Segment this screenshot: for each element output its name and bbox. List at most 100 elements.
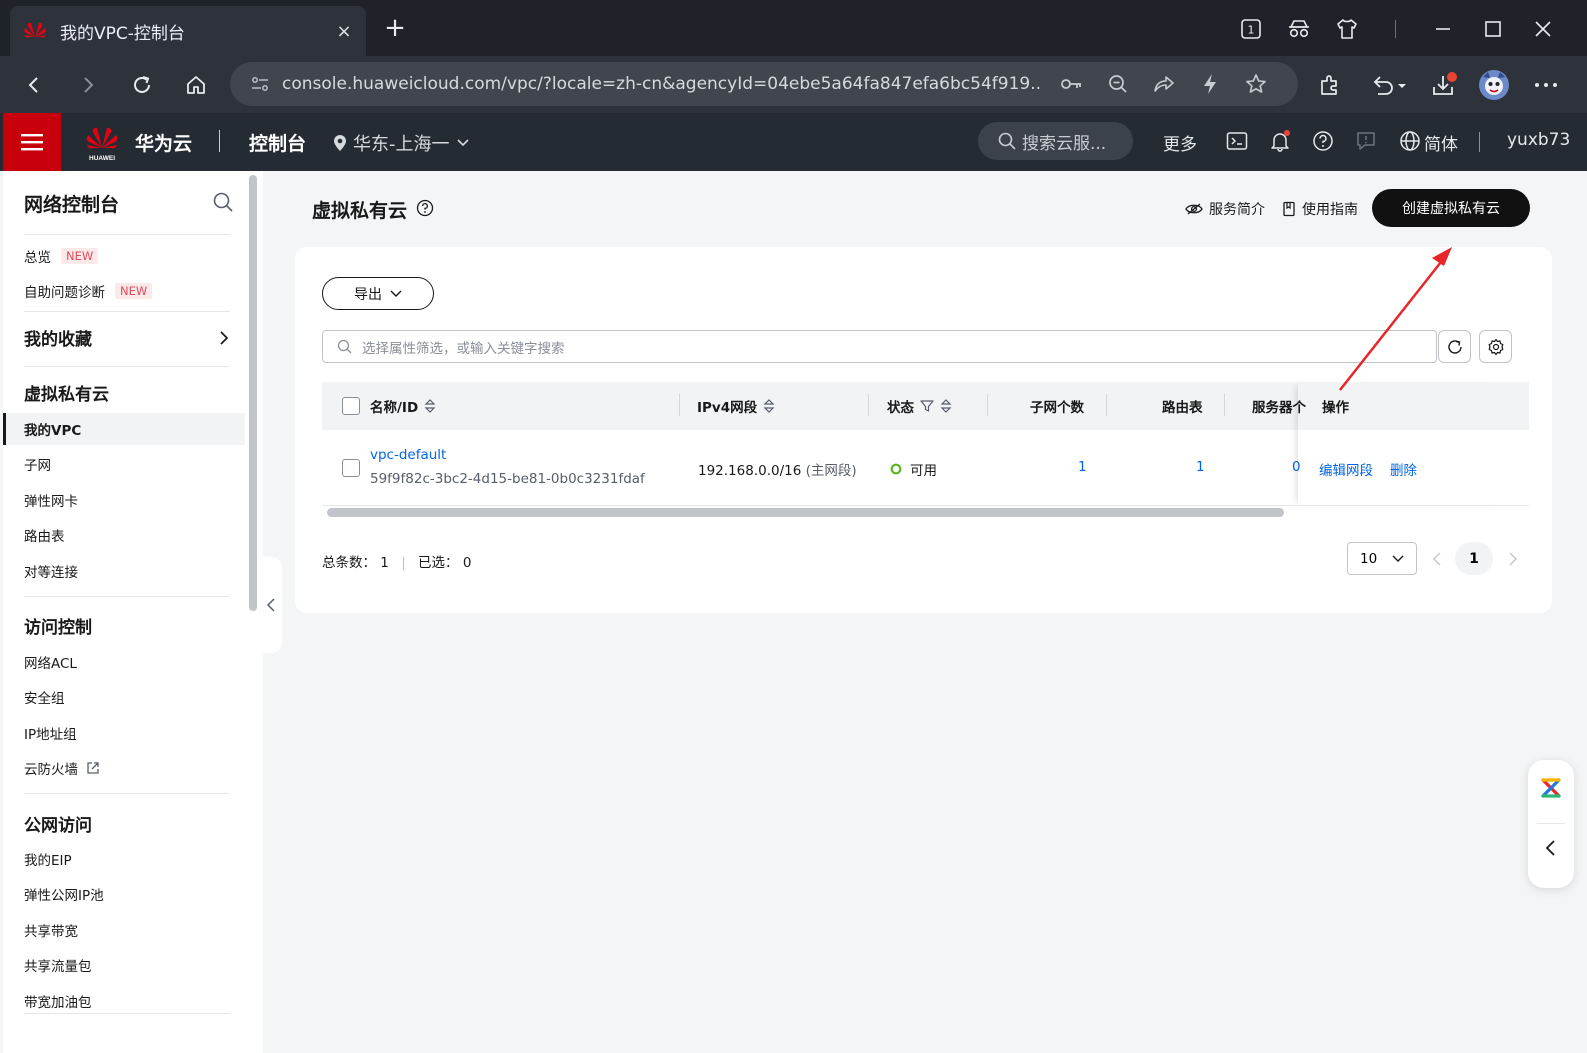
sidebar-collapse-button[interactable] (260, 557, 282, 653)
column-name[interactable]: 名称/ID (370, 382, 436, 430)
next-page-button[interactable] (1503, 549, 1523, 569)
sidebar-item-eni[interactable]: 弹性网卡 (3, 484, 245, 516)
lightning-icon[interactable] (1194, 68, 1226, 100)
sidebar-item-network-acl[interactable]: 网络ACL (3, 646, 245, 678)
sidebar-item-eip-pool[interactable]: 弹性公网IP池 (3, 878, 245, 910)
maximize-icon[interactable] (1478, 14, 1508, 44)
subnet-count-link[interactable]: 1 (1078, 459, 1087, 475)
column-divider (987, 394, 988, 416)
address-bar[interactable]: console.huaweicloud.com/vpc/?locale=zh-c… (230, 62, 1298, 106)
prev-page-button[interactable] (1427, 549, 1447, 569)
search-icon[interactable] (212, 191, 234, 213)
sidebar-item-my-eip[interactable]: 我的EIP (3, 843, 245, 875)
sidebar-item-label: 总览 (24, 250, 51, 266)
settings-button[interactable] (1479, 330, 1512, 363)
tab-close-button[interactable]: × (334, 21, 354, 42)
globe-icon[interactable] (1397, 128, 1423, 154)
table-horizontal-scrollbar[interactable] (327, 508, 1284, 517)
console-link[interactable]: 控制台 (249, 129, 306, 156)
sidebar-item-shared-bandwidth[interactable]: 共享带宽 (3, 914, 245, 946)
window-close-icon[interactable] (1528, 14, 1558, 44)
create-vpc-button[interactable]: 创建虚拟私有云 (1372, 189, 1530, 227)
page-number-button[interactable]: 1 (1455, 542, 1493, 575)
total-value: 1 (380, 555, 389, 571)
region-selector[interactable]: 华东-上海一 (333, 130, 470, 156)
console-search-input[interactable]: 搜索云服... (978, 122, 1133, 160)
menu-icon[interactable] (3, 113, 61, 171)
key-icon[interactable] (1056, 68, 1088, 100)
back-icon[interactable] (18, 69, 50, 101)
vpc-id: 59f9f82c-3bc2-4d15-be81-0b0c3231fdaf (370, 471, 645, 487)
incognito-icon[interactable] (1284, 14, 1314, 44)
brand-name[interactable]: 华为云 (135, 129, 192, 156)
user-menu[interactable]: yuxb73 (1507, 130, 1570, 150)
page-size-select[interactable]: 10 (1347, 542, 1417, 575)
column-divider (868, 394, 869, 416)
vpc-name-link[interactable]: vpc-default (370, 447, 446, 463)
sidebar-item-overview[interactable]: 总览 NEW (3, 240, 245, 272)
browser-tab[interactable]: 我的VPC-控制台 × (10, 6, 366, 56)
language-selector[interactable]: 简体 (1424, 130, 1458, 155)
help-icon[interactable] (416, 199, 434, 217)
terminal-icon[interactable] (1224, 128, 1250, 154)
sidebar-favorites[interactable]: 我的收藏 (24, 325, 230, 350)
huawei-logo-icon[interactable]: HUAWEI (84, 122, 120, 162)
user-guide-link[interactable]: 使用指南 (1282, 199, 1358, 219)
sidebar-divider (24, 366, 230, 367)
notification-bell-icon[interactable] (1267, 128, 1293, 154)
sidebar-item-cloud-firewall[interactable]: 云防火墙 (3, 752, 245, 784)
column-status[interactable]: 状态 (887, 382, 952, 430)
sidebar-item-ip-group[interactable]: IP地址组 (3, 717, 245, 749)
forward-icon[interactable] (72, 69, 104, 101)
feedback-icon[interactable] (1353, 128, 1379, 154)
column-ipv4[interactable]: IPv4网段 (697, 382, 775, 430)
vpc-list-card: 导出 选择属性筛选，或输入关键字搜索 名称/ID IPv4网段 状态 子网个数 … (295, 247, 1552, 613)
select-all-checkbox[interactable] (342, 382, 360, 430)
bookmark-star-icon[interactable] (1240, 68, 1272, 100)
sidebar-item-diagnosis[interactable]: 自助问题诊断 NEW (3, 275, 245, 307)
chevron-down-icon (390, 290, 402, 297)
sidebar-item-subnet[interactable]: 子网 (3, 448, 245, 480)
service-intro-label: 服务简介 (1209, 202, 1265, 218)
sidebar: 网络控制台 总览 NEW 自助问题诊断 NEW 我的收藏 虚拟私有云 我的VPC… (3, 171, 263, 1053)
sidebar-item-traffic-package[interactable]: 共享流量包 (3, 949, 245, 981)
home-icon[interactable] (180, 69, 212, 101)
shirt-icon[interactable] (1332, 14, 1362, 44)
downloads-icon[interactable] (1428, 69, 1460, 101)
minimize-icon[interactable] (1428, 14, 1458, 44)
new-tab-button[interactable]: + (380, 14, 410, 44)
sidebar-item-peering[interactable]: 对等连接 (3, 555, 245, 587)
filter-search-input[interactable]: 选择属性筛选，或输入关键字搜索 (322, 330, 1437, 363)
sort-icon (763, 399, 775, 413)
sidebar-item-route-table[interactable]: 路由表 (3, 519, 245, 551)
assistant-logo-icon[interactable] (1539, 776, 1563, 800)
service-intro-link[interactable]: 服务简介 (1185, 199, 1265, 219)
row-checkbox[interactable] (342, 459, 360, 477)
floating-assistant-bar (1528, 760, 1574, 888)
more-options-icon[interactable] (1530, 69, 1562, 101)
share-icon[interactable] (1148, 68, 1180, 100)
zoom-out-icon[interactable] (1102, 68, 1134, 100)
sidebar-item-my-vpc[interactable]: 我的VPC (3, 413, 245, 445)
expand-panel-icon[interactable] (1544, 839, 1556, 857)
sidebar-group-vpc: 虚拟私有云 (24, 385, 109, 405)
avatar[interactable] (1478, 69, 1510, 101)
export-button[interactable]: 导出 (322, 277, 434, 310)
sidebar-item-security-group[interactable]: 安全组 (3, 681, 245, 713)
sidebar-scrollbar[interactable] (249, 175, 257, 611)
selected-value: 0 (462, 555, 472, 571)
undo-menu-icon[interactable] (1366, 69, 1414, 101)
route-table-count-link[interactable]: 1 (1196, 459, 1205, 475)
refresh-button[interactable] (1438, 330, 1471, 363)
tab-title: 我的VPC-控制台 (60, 23, 185, 44)
reload-icon[interactable] (126, 69, 158, 101)
site-settings-icon[interactable] (250, 74, 270, 94)
column-label: 状态 (887, 400, 914, 416)
column-label: 名称/ID (370, 400, 419, 416)
extensions-icon[interactable] (1314, 69, 1346, 101)
location-pin-icon (334, 135, 346, 151)
tab-count-icon[interactable]: 1 (1236, 14, 1266, 44)
more-menu[interactable]: 更多 (1163, 130, 1197, 155)
chevron-right-icon (220, 330, 229, 345)
help-icon[interactable] (1310, 128, 1336, 154)
